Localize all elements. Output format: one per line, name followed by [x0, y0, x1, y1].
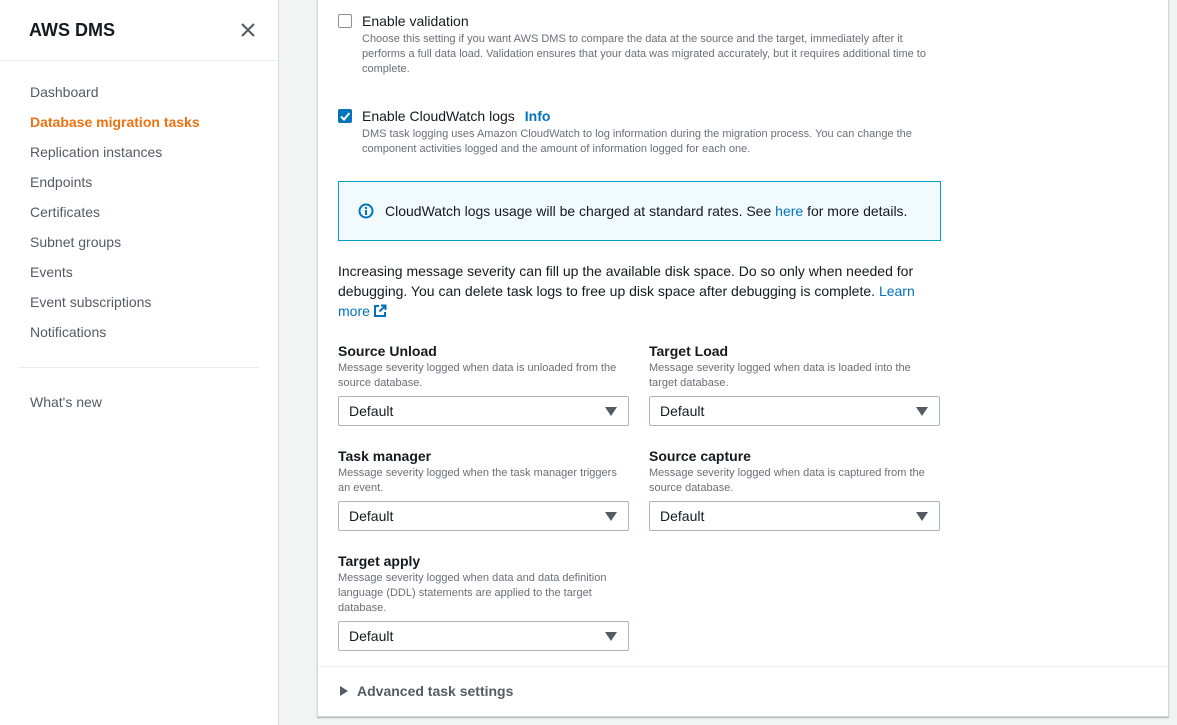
target-apply-label: Target apply — [338, 553, 421, 569]
caret-down-icon — [605, 632, 617, 641]
sidebar-title: AWS DMS — [29, 20, 116, 40]
cloudwatch-checkbox[interactable] — [338, 109, 352, 123]
cloudwatch-info-link[interactable]: Info — [525, 108, 551, 124]
sidebar-item-certificates[interactable]: Certificates — [30, 202, 200, 232]
sidebar-item-replication-instances[interactable]: Replication instances — [30, 142, 200, 172]
cloudwatch-label: Enable CloudWatch logs — [362, 108, 515, 124]
source-unload-value: Default — [349, 403, 394, 419]
advanced-task-settings-toggle[interactable]: Advanced task settings — [340, 683, 513, 699]
validation-checkbox[interactable] — [338, 14, 352, 28]
caret-right-icon — [340, 686, 348, 696]
panel-divider — [318, 666, 1168, 667]
caret-down-icon — [916, 407, 928, 416]
alert-text-after: for more details. — [803, 203, 908, 219]
target-load-description: Message severity logged when data is loa… — [649, 362, 911, 389]
task-manager-field: Task manager Message severity logged whe… — [338, 447, 629, 531]
target-apply-select[interactable]: Default — [338, 621, 629, 651]
alert-text: CloudWatch logs usage will be charged at… — [385, 203, 907, 219]
sidebar-item-dashboard[interactable]: Dashboard — [30, 82, 200, 112]
sidebar-item-events[interactable]: Events — [30, 262, 200, 292]
alert-text-before: CloudWatch logs usage will be charged at… — [385, 203, 776, 219]
source-capture-select[interactable]: Default — [649, 501, 940, 531]
sidebar-nav: Dashboard Database migration tasks Repli… — [30, 82, 200, 352]
cloudwatch-description: DMS task logging uses Amazon CloudWatch … — [362, 128, 912, 155]
source-unload-label: Source Unload — [338, 343, 437, 359]
task-manager-select[interactable]: Default — [338, 501, 629, 531]
target-load-label: Target Load — [649, 343, 729, 359]
sidebar-item-subnet-groups[interactable]: Subnet groups — [30, 232, 200, 262]
sidebar-item-notifications[interactable]: Notifications — [30, 322, 200, 352]
target-load-field: Target Load Message severity logged when… — [649, 342, 940, 426]
caret-down-icon — [605, 512, 617, 521]
target-apply-value: Default — [349, 628, 394, 644]
source-capture-description: Message severity logged when data is cap… — [649, 467, 925, 494]
info-icon — [358, 203, 374, 219]
advanced-task-settings-label: Advanced task settings — [357, 683, 514, 699]
source-unload-description: Message severity logged when data is unl… — [338, 362, 617, 389]
severity-note-text: Increasing message severity can fill up … — [338, 263, 914, 299]
check-icon — [340, 112, 351, 121]
source-capture-label: Source capture — [649, 448, 751, 464]
source-capture-value: Default — [660, 508, 705, 524]
sidebar-divider — [18, 367, 259, 368]
severity-note: Increasing message severity can fill up … — [338, 261, 938, 321]
target-load-value: Default — [660, 403, 705, 419]
close-icon[interactable] — [238, 20, 258, 40]
source-unload-field: Source Unload Message severity logged wh… — [338, 342, 629, 426]
caret-down-icon — [916, 512, 928, 521]
target-apply-field: Target apply Message severity logged whe… — [338, 552, 629, 651]
validation-label: Enable validation — [362, 13, 469, 29]
caret-down-icon — [605, 407, 617, 416]
sidebar-item-database-migration-tasks[interactable]: Database migration tasks — [30, 112, 200, 142]
source-capture-field: Source capture Message severity logged w… — [649, 447, 940, 531]
sidebar-divider — [0, 60, 278, 61]
alert-here-link[interactable]: here — [775, 203, 803, 219]
sidebar-item-whats-new[interactable]: What's new — [30, 394, 102, 410]
sidebar-item-endpoints[interactable]: Endpoints — [30, 172, 200, 202]
external-link-icon — [373, 304, 387, 317]
target-apply-description: Message severity logged when data and da… — [338, 572, 607, 614]
validation-description: Choose this setting if you want AWS DMS … — [362, 33, 926, 75]
source-unload-select[interactable]: Default — [338, 396, 629, 426]
cloudwatch-cost-alert: CloudWatch logs usage will be charged at… — [338, 181, 941, 241]
sidebar-item-event-subscriptions[interactable]: Event subscriptions — [30, 292, 200, 322]
sidebar: AWS DMS Dashboard Database migration tas… — [0, 0, 279, 725]
task-manager-description: Message severity logged when the task ma… — [338, 467, 617, 494]
target-load-select[interactable]: Default — [649, 396, 940, 426]
cloudwatch-label-row: Enable CloudWatch logs Info — [362, 108, 550, 124]
task-manager-value: Default — [349, 508, 394, 524]
task-manager-label: Task manager — [338, 448, 432, 464]
